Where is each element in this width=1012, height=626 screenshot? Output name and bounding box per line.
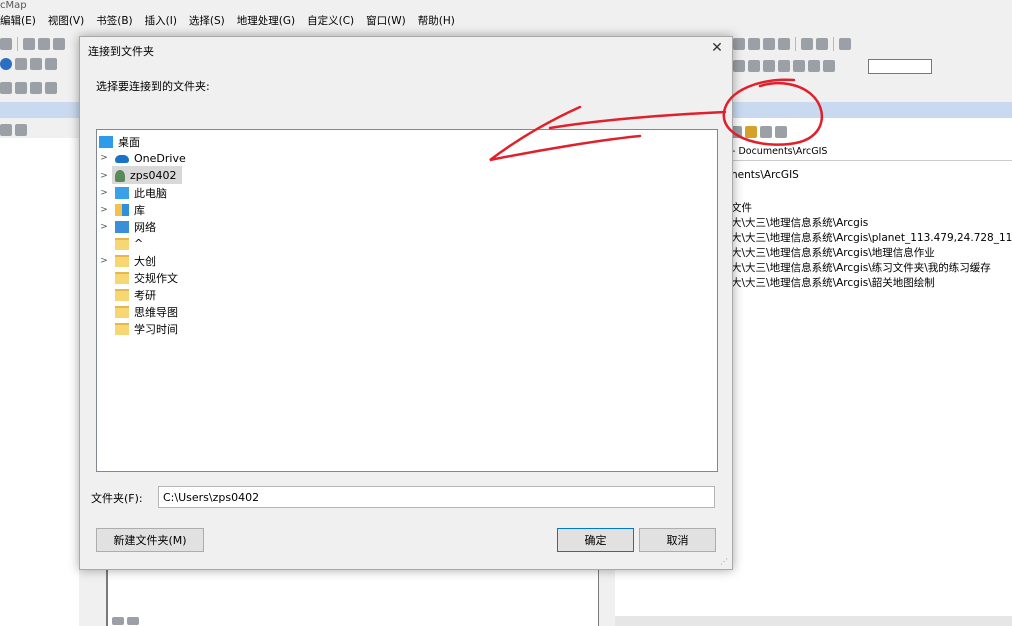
annotation-circle bbox=[722, 78, 824, 146]
annotation-arrow bbox=[489, 105, 727, 162]
annotation-overlay bbox=[489, 78, 824, 162]
